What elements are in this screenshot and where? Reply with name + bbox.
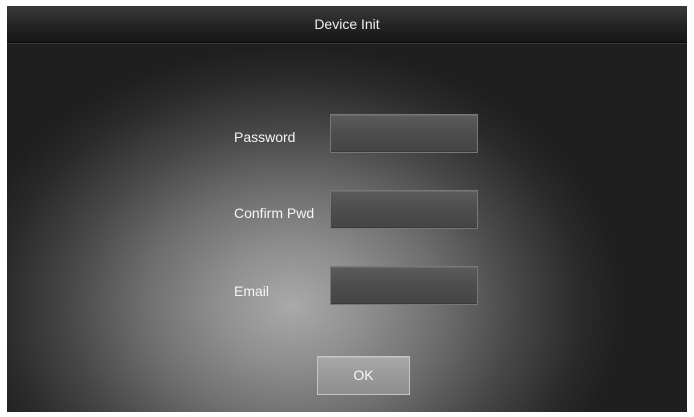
device-init-screen: Device Init Password Confirm Pwd Email O… (7, 6, 687, 412)
ok-button[interactable]: OK (317, 356, 410, 395)
confirm-pwd-label: Confirm Pwd (234, 205, 315, 221)
window-title: Device Init (314, 16, 380, 32)
password-field[interactable] (330, 114, 478, 153)
password-label: Password (234, 129, 296, 145)
title-bar: Device Init (7, 6, 687, 43)
outer-frame: Device Init Password Confirm Pwd Email O… (0, 0, 694, 417)
confirm-pwd-field[interactable] (330, 190, 478, 229)
email-field[interactable] (330, 266, 478, 305)
email-label: Email (234, 283, 270, 299)
